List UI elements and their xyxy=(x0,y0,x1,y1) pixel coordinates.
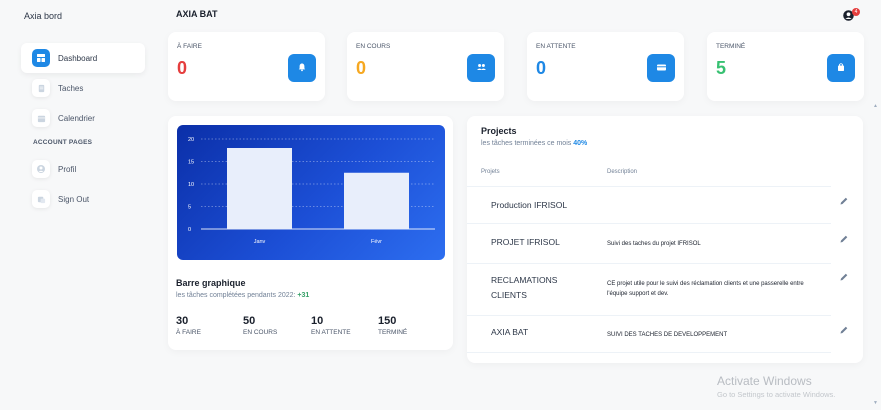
bell-icon xyxy=(297,59,307,77)
projects-percent: 40% xyxy=(573,140,588,147)
sign-out-icon xyxy=(32,190,50,208)
page-title: AXIA BAT xyxy=(176,9,218,19)
project-name: AXIA BAT xyxy=(491,327,529,337)
bar-chart-svg: 0 5 10 15 20 Janv Févr xyxy=(188,137,435,245)
chart-subtitle-text: les tâches complétées pendants 2022: xyxy=(176,292,296,299)
users-icon xyxy=(476,59,487,77)
stat-value: 5 xyxy=(716,58,727,78)
stat-label: TERMINÉ xyxy=(716,43,746,50)
mini-stat-label: EN COURS xyxy=(243,329,278,336)
stat-value: 0 xyxy=(177,58,188,78)
sidebar-item-label: Taches xyxy=(58,83,84,93)
sidebar-item-label: Sign Out xyxy=(58,194,90,204)
brand-name: Axia bord xyxy=(24,11,63,21)
y-tick-label: 5 xyxy=(188,205,191,211)
stat-card-en-attente: EN ATTENTE 0 xyxy=(527,32,684,101)
chart-delta: +31 xyxy=(297,292,310,299)
mini-stat-label: TERMINÉ xyxy=(378,329,408,336)
mini-stat-value: 10 xyxy=(311,315,324,327)
activate-windows-title: Activate Windows xyxy=(717,374,812,388)
mini-stat-value: 150 xyxy=(378,315,397,327)
mini-stat: 10 EN ATTENTE xyxy=(311,315,351,336)
project-name: RECLAMATIONS CLIENTS xyxy=(491,275,558,300)
edit-icon[interactable] xyxy=(839,322,851,334)
notification-badge[interactable]: 4 xyxy=(852,8,860,16)
scroll-up-arrow[interactable]: ▲ xyxy=(873,103,878,109)
stat-button[interactable] xyxy=(827,54,855,82)
sidebar-item-label: Dashboard xyxy=(58,53,98,63)
y-tick-label: 15 xyxy=(188,160,194,166)
mini-stat-value: 50 xyxy=(243,315,256,327)
y-tick-label: 10 xyxy=(188,182,194,188)
stat-value: 0 xyxy=(356,58,367,78)
project-name: Production IFRISOL xyxy=(491,200,568,210)
sidebar-item-label: Profil xyxy=(58,164,77,174)
edit-icon[interactable] xyxy=(839,269,851,281)
edit-icon[interactable] xyxy=(839,231,851,243)
project-name: PROJET IFRISOL xyxy=(491,237,560,247)
chart-card: 0 5 10 15 20 Janv Févr Barre graphique les tâc… xyxy=(168,116,453,350)
stat-value: 0 xyxy=(536,58,547,78)
table-row[interactable]: PROJET IFRISOL Suivi des taches du proje… xyxy=(467,223,831,263)
bar-févr xyxy=(344,172,409,229)
mini-stat: 150 TERMINÉ xyxy=(378,315,407,336)
mini-stat: 30 À FAIRE xyxy=(176,315,201,336)
card-icon xyxy=(656,59,667,77)
chart-heading: Barre graphique xyxy=(176,278,246,288)
project-description: SUIVI DES TACHES DE DEVELOPPEMENT xyxy=(607,332,728,338)
x-tick-label: Janv xyxy=(254,239,266,245)
scroll-down-arrow[interactable]: ▼ xyxy=(873,400,878,406)
column-header-projets: Projets xyxy=(481,169,500,175)
stat-card-termine: TERMINÉ 5 xyxy=(707,32,864,101)
stat-button[interactable] xyxy=(647,54,675,82)
project-description: CE projet utile pour le suivi des réclam… xyxy=(607,281,804,297)
stat-card-en-cours: EN COURS 0 xyxy=(347,32,504,101)
y-tick-label: 20 xyxy=(188,137,194,143)
calendar-icon xyxy=(32,109,50,127)
y-tick-label: 0 xyxy=(188,227,191,233)
sidebar-item-label: Calendrier xyxy=(58,113,95,123)
bag-icon xyxy=(836,59,846,77)
list-icon xyxy=(32,79,50,97)
stat-button[interactable] xyxy=(288,54,316,82)
stat-button[interactable] xyxy=(467,54,495,82)
projects-subtitle-text: les tâches terminées ce mois xyxy=(481,140,572,147)
table-row[interactable]: AXIA BAT SUIVI DES TACHES DE DEVELOPPEME… xyxy=(467,315,831,353)
project-description: Suivi des taches du projet IFRISOL xyxy=(607,241,701,247)
projects-subtitle: les tâches terminées ce mois 40% xyxy=(481,140,587,147)
x-tick-label: Févr xyxy=(371,239,382,245)
mini-stat-label: À FAIRE xyxy=(176,329,201,336)
projects-card: Projects les tâches terminées ce mois 40… xyxy=(467,116,863,363)
mini-stat-value: 30 xyxy=(176,315,189,327)
bar-chart: 0 5 10 15 20 Janv Févr xyxy=(177,125,445,260)
user-icon xyxy=(32,160,50,178)
account-pages-heading: ACCOUNT PAGES xyxy=(33,139,93,146)
stat-label: EN ATTENTE xyxy=(536,43,576,50)
stat-label: EN COURS xyxy=(356,43,391,50)
mini-stat-label: EN ATTENTE xyxy=(311,329,351,336)
sidebar-item-profil[interactable]: Profil xyxy=(21,154,145,184)
user-menu[interactable]: 4 xyxy=(843,8,865,21)
chart-subtitle: les tâches complétées pendants 2022: +31 xyxy=(176,292,309,299)
stat-card-a-faire: À FAIRE 0 xyxy=(168,32,325,101)
sidebar-item-dashboard[interactable]: Dashboard xyxy=(21,43,145,73)
bar-janv xyxy=(227,148,292,229)
activate-windows-subtitle: Go to Settings to activate Windows. xyxy=(717,390,836,399)
sidebar-item-taches[interactable]: Taches xyxy=(21,73,145,103)
table-row[interactable]: Production IFRISOL xyxy=(467,186,831,223)
sidebar-item-calendrier[interactable]: Calendrier xyxy=(21,103,145,133)
mini-stat: 50 EN COURS xyxy=(243,315,277,336)
projects-title: Projects xyxy=(481,126,517,136)
column-header-description: Description xyxy=(607,169,638,175)
stat-label: À FAIRE xyxy=(177,43,202,50)
dashboard-icon xyxy=(32,49,50,67)
table-row[interactable]: RECLAMATIONS CLIENTS CE projet utile pou… xyxy=(467,263,831,315)
sidebar-item-sign-out[interactable]: Sign Out xyxy=(21,184,145,214)
edit-icon[interactable] xyxy=(839,193,851,205)
